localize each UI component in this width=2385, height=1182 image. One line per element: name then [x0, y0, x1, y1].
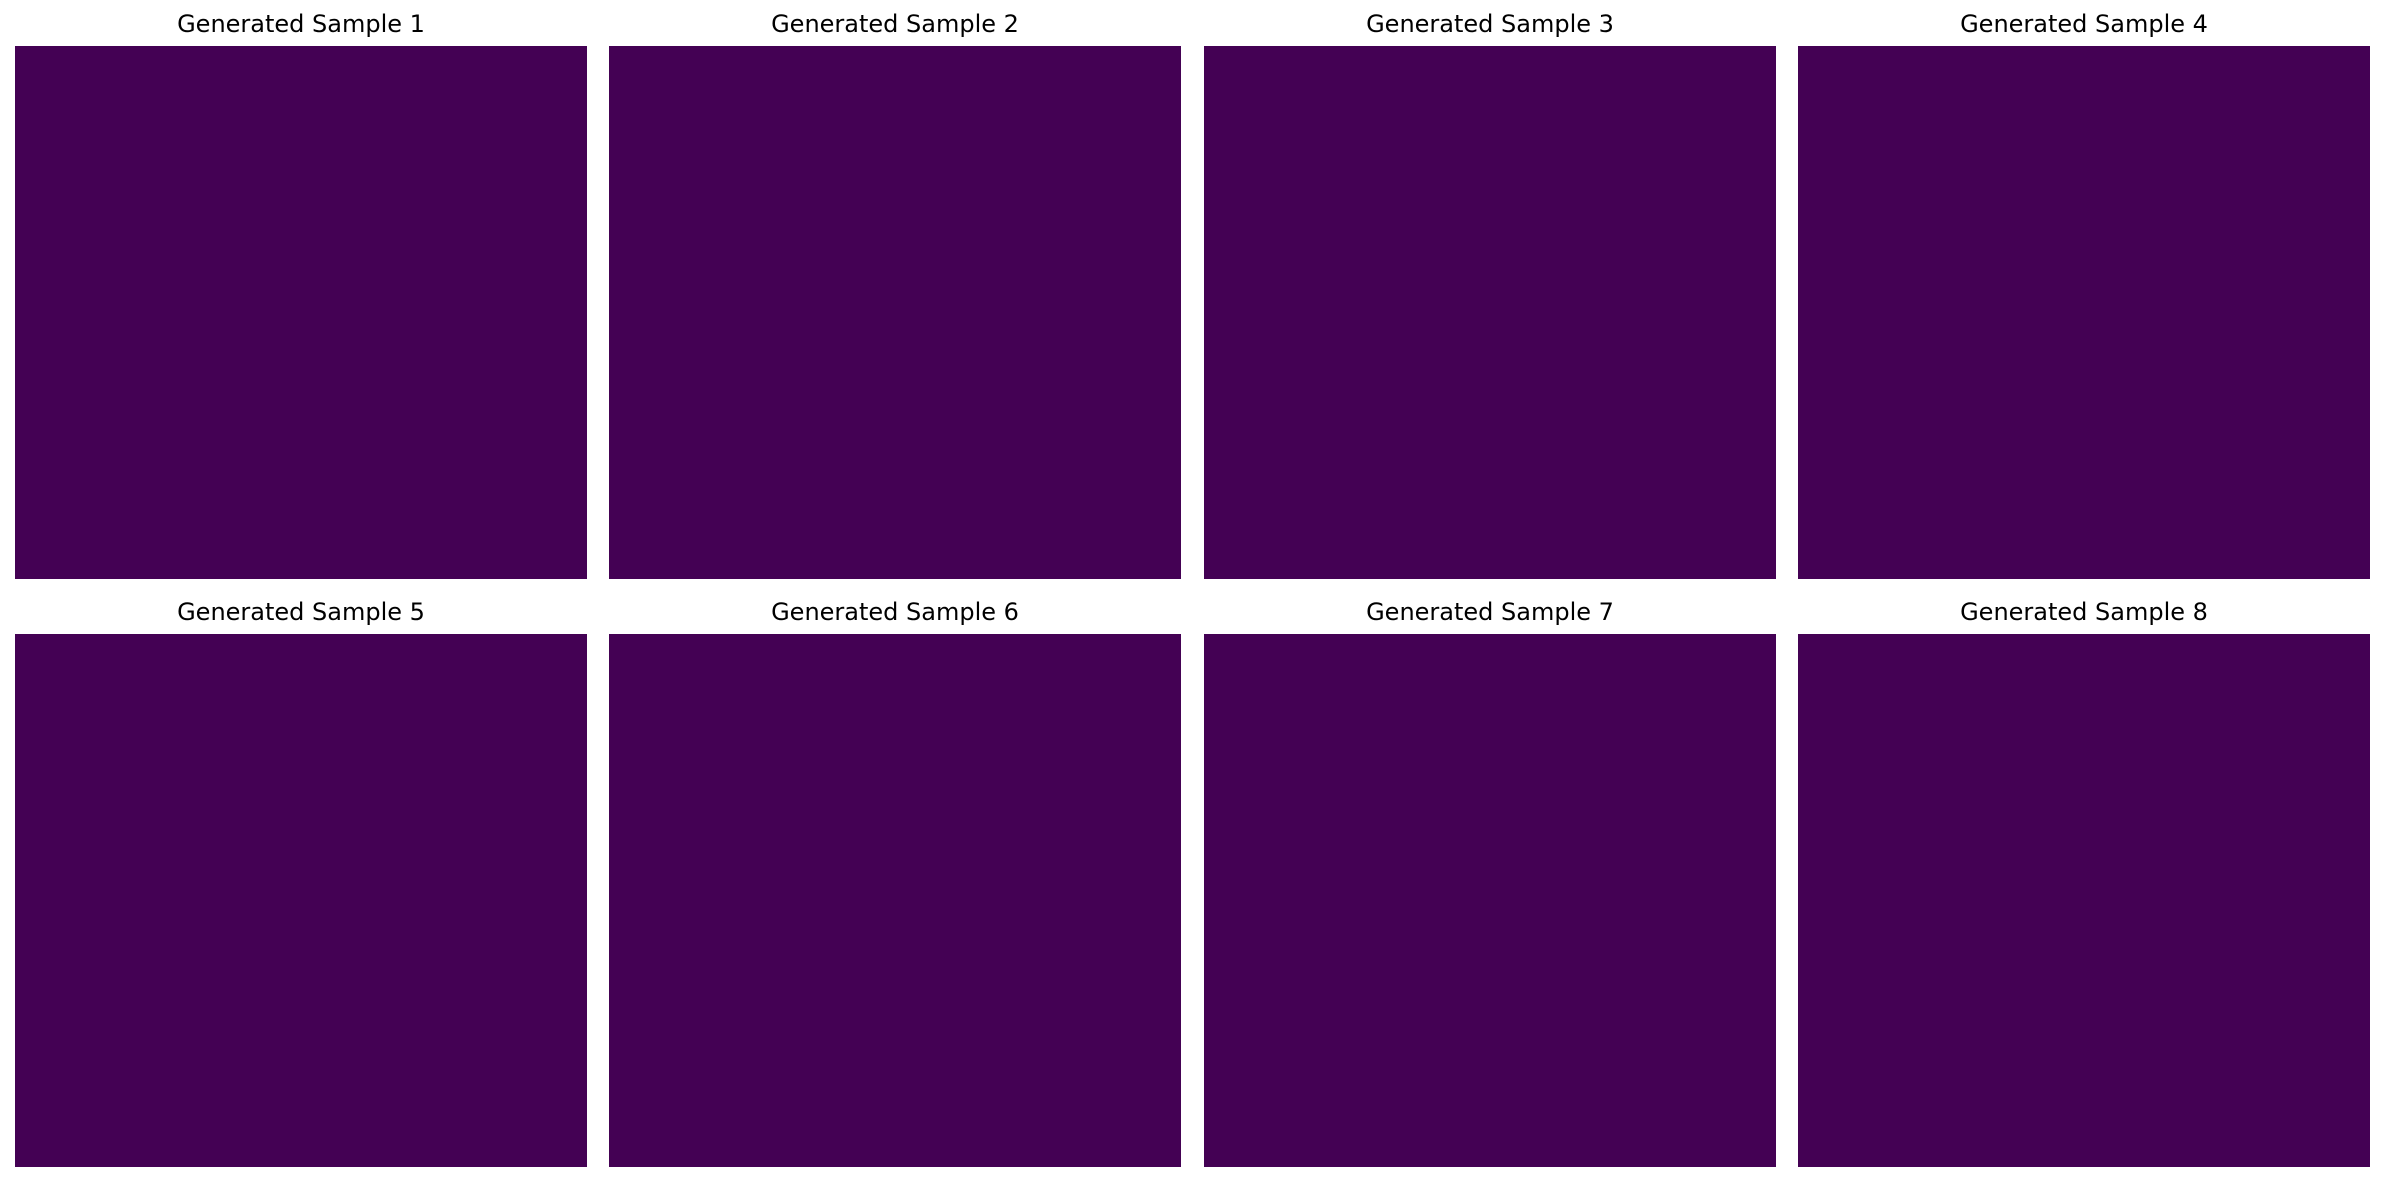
sample-image-2 [609, 46, 1181, 579]
sample-title-1: Generated Sample 1 [177, 10, 425, 38]
sample-image-6 [609, 634, 1181, 1167]
sample-title-3: Generated Sample 3 [1366, 10, 1614, 38]
sample-title-2: Generated Sample 2 [771, 10, 1019, 38]
sample-title-5: Generated Sample 5 [177, 598, 425, 626]
sample-image-8 [1798, 634, 2370, 1167]
sample-image-7 [1204, 634, 1776, 1167]
sample-image-4 [1798, 46, 2370, 579]
sample-title-6: Generated Sample 6 [771, 598, 1019, 626]
sample-image-5 [15, 634, 587, 1167]
sample-title-4: Generated Sample 4 [1960, 10, 2208, 38]
sample-image-1 [15, 46, 587, 579]
sample-image-3 [1204, 46, 1776, 579]
sample-title-8: Generated Sample 8 [1960, 598, 2208, 626]
sample-title-7: Generated Sample 7 [1366, 598, 1614, 626]
